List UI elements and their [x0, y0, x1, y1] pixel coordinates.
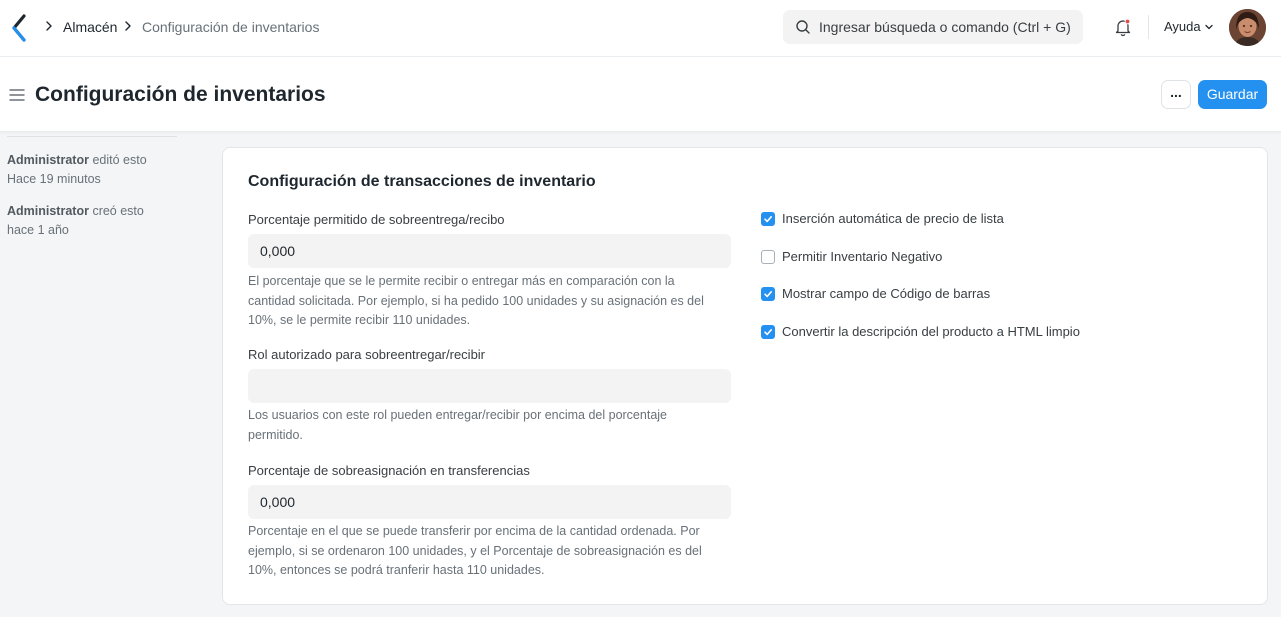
chevron-down-icon[interactable] — [1204, 23, 1214, 31]
save-button[interactable]: Guardar — [1198, 80, 1267, 109]
field-label: Rol autorizado para sobreentregar/recibi… — [248, 347, 486, 362]
checkmark-icon — [764, 291, 772, 298]
checkbox-label[interactable]: Inserción automática de precio de lista — [782, 211, 1004, 227]
activity-user[interactable]: Administrator — [7, 204, 89, 218]
over-delivery-allowance-input[interactable]: 0,000 — [248, 234, 731, 268]
field-label: Porcentaje de sobreasignación en transfe… — [248, 463, 530, 478]
checkbox[interactable] — [761, 212, 775, 226]
activity-item: Administrator creó esto hace 1 año — [7, 202, 177, 240]
activity-action: creó esto — [92, 204, 144, 218]
activity-time: hace 1 año — [7, 223, 69, 237]
chevron-right-icon — [125, 21, 131, 31]
activity-action: editó esto — [92, 153, 147, 167]
field-description: Los usuarios con este rol pueden entrega… — [248, 408, 667, 442]
bell-icon[interactable] — [1113, 17, 1133, 37]
settings-card: Configuración de transacciones de invent… — [222, 147, 1268, 605]
navbar: Almacén Configuración de inventarios Ing… — [0, 0, 1281, 57]
navbar-divider — [1148, 15, 1149, 39]
breadcrumb-almacen[interactable]: Almacén — [63, 18, 117, 36]
chevron-right-icon — [46, 21, 52, 31]
checkbox-label[interactable]: Permitir Inventario Negativo — [782, 249, 942, 265]
checkmark-icon — [764, 216, 772, 223]
field-label: Porcentaje permitido de sobreentrega/rec… — [248, 212, 505, 227]
activity-user[interactable]: Administrator — [7, 153, 89, 167]
section-title: Configuración de transacciones de invent… — [248, 173, 596, 190]
over-transfer-allowance-input[interactable]: 0,000 — [248, 485, 731, 519]
search-icon — [796, 20, 810, 34]
activity-item: Administrator editó esto Hace 19 minutos — [7, 151, 177, 189]
role-allowed-input[interactable] — [248, 369, 731, 403]
avatar[interactable] — [1229, 9, 1266, 46]
checkbox[interactable] — [761, 287, 775, 301]
activity-time: Hace 19 minutos — [7, 172, 101, 186]
app-logo-icon[interactable] — [11, 14, 27, 42]
field-description: Porcentaje en el que se puede transferir… — [248, 524, 702, 577]
checkmark-icon — [764, 329, 772, 336]
avatar-image — [1229, 9, 1266, 46]
search-input[interactable]: Ingresar búsqueda o comando (Ctrl + G) — [783, 10, 1083, 44]
checkbox-label[interactable]: Mostrar campo de Código de barras — [782, 286, 990, 302]
checkbox-label[interactable]: Convertir la descripción del producto a … — [782, 324, 1080, 340]
page-header: Configuración de inventarios ... Guardar — [0, 57, 1281, 132]
checkbox[interactable] — [761, 325, 775, 339]
checkbox[interactable] — [761, 250, 775, 264]
more-actions-button[interactable]: ... — [1161, 80, 1191, 109]
hamburger-icon[interactable] — [9, 88, 25, 102]
page-title: Configuración de inventarios — [35, 83, 326, 106]
search-placeholder: Ingresar búsqueda o comando (Ctrl + G) — [819, 19, 1071, 35]
breadcrumb-current[interactable]: Configuración de inventarios — [142, 18, 319, 36]
sidebar-divider — [7, 136, 177, 137]
field-description: El porcentaje que se le permite recibir … — [248, 274, 704, 327]
help-dropdown[interactable]: Ayuda — [1164, 18, 1201, 36]
